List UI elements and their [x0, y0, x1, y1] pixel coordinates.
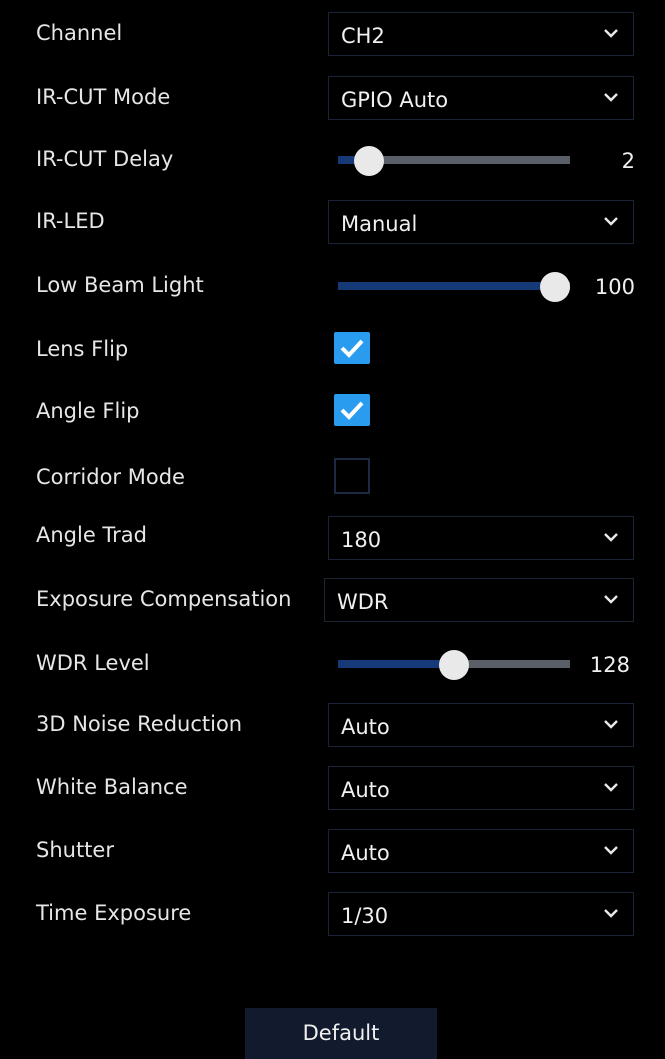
time-exposure-row: Time Exposure 1/30	[0, 892, 665, 940]
channel-select[interactable]: CH2	[328, 12, 634, 56]
ircut-mode-label: IR-CUT Mode	[36, 85, 171, 109]
slider-thumb[interactable]	[540, 272, 570, 302]
checkmark-icon	[340, 401, 364, 420]
slider-fill	[338, 282, 555, 290]
time-exposure-select[interactable]: 1/30	[328, 892, 634, 936]
ir-led-select-value: Manual	[341, 212, 418, 236]
corridor-mode-label: Corridor Mode	[36, 465, 185, 489]
chevron-down-icon	[604, 783, 618, 792]
ircut-delay-row: IR-CUT Delay 2	[0, 138, 665, 186]
exposure-compensation-row: Exposure Compensation WDR	[0, 578, 665, 626]
angle-trad-row: Angle Trad 180	[0, 514, 665, 562]
chevron-down-icon	[604, 720, 618, 729]
shutter-label: Shutter	[36, 838, 114, 862]
corridor-mode-checkbox[interactable]	[334, 458, 370, 494]
noise-reduction-label: 3D Noise Reduction	[36, 712, 243, 736]
ircut-delay-slider[interactable]	[338, 138, 570, 182]
ir-led-label: IR-LED	[36, 209, 105, 233]
default-button-label: Default	[302, 1021, 380, 1045]
channel-row: Channel CH2	[0, 12, 665, 60]
exposure-compensation-select[interactable]: WDR	[324, 578, 634, 622]
chevron-down-icon	[604, 29, 618, 38]
chevron-down-icon	[604, 846, 618, 855]
wdr-level-slider[interactable]	[338, 642, 570, 686]
noise-reduction-select[interactable]: Auto	[328, 703, 634, 747]
ircut-mode-row: IR-CUT Mode GPIO Auto	[0, 76, 665, 124]
ircut-mode-select-value: GPIO Auto	[341, 88, 449, 112]
checkmark-icon	[340, 339, 364, 358]
white-balance-select-value: Auto	[341, 778, 390, 802]
slider-thumb[interactable]	[439, 650, 469, 680]
image-settings-panel: Channel CH2 IR-CUT Mode GPIO Auto IR-CUT…	[0, 0, 665, 1059]
white-balance-row: White Balance Auto	[0, 766, 665, 814]
angle-trad-select-value: 180	[341, 528, 382, 552]
channel-label: Channel	[36, 21, 123, 45]
chevron-down-icon	[604, 93, 618, 102]
low-beam-light-slider[interactable]	[338, 264, 570, 308]
shutter-row: Shutter Auto	[0, 829, 665, 877]
chevron-down-icon	[604, 217, 618, 226]
angle-flip-checkbox[interactable]	[334, 394, 370, 426]
ircut-delay-label: IR-CUT Delay	[36, 147, 174, 171]
angle-flip-label: Angle Flip	[36, 399, 140, 423]
ircut-delay-value: 2	[621, 149, 635, 173]
shutter-select[interactable]: Auto	[328, 829, 634, 873]
low-beam-light-row: Low Beam Light 100	[0, 264, 665, 312]
default-button[interactable]: Default	[245, 1008, 437, 1059]
slider-thumb[interactable]	[354, 146, 385, 176]
lens-flip-label: Lens Flip	[36, 337, 129, 361]
white-balance-select[interactable]: Auto	[328, 766, 634, 810]
ir-led-select[interactable]: Manual	[328, 200, 634, 244]
white-balance-label: White Balance	[36, 775, 188, 799]
time-exposure-select-value: 1/30	[341, 904, 389, 928]
lens-flip-row: Lens Flip	[0, 328, 665, 376]
corridor-mode-row: Corridor Mode	[0, 456, 665, 504]
exposure-compensation-label: Exposure Compensation	[36, 587, 292, 611]
wdr-level-value: 128	[589, 653, 630, 677]
noise-reduction-row: 3D Noise Reduction Auto	[0, 703, 665, 751]
angle-trad-label: Angle Trad	[36, 523, 148, 547]
slider-fill	[338, 660, 454, 668]
angle-trad-select[interactable]: 180	[328, 516, 634, 560]
noise-reduction-select-value: Auto	[341, 715, 390, 739]
chevron-down-icon	[604, 595, 618, 604]
shutter-select-value: Auto	[341, 841, 390, 865]
chevron-down-icon	[604, 909, 618, 918]
wdr-level-row: WDR Level 128	[0, 642, 665, 690]
ir-led-row: IR-LED Manual	[0, 200, 665, 248]
lens-flip-checkbox[interactable]	[334, 332, 370, 364]
low-beam-light-label: Low Beam Light	[36, 273, 204, 297]
exposure-compensation-select-value: WDR	[337, 590, 389, 614]
time-exposure-label: Time Exposure	[36, 901, 192, 925]
channel-select-value: CH2	[341, 24, 385, 48]
low-beam-light-value: 100	[594, 275, 635, 299]
wdr-level-label: WDR Level	[36, 651, 150, 675]
angle-flip-row: Angle Flip	[0, 390, 665, 438]
ircut-mode-select[interactable]: GPIO Auto	[328, 76, 634, 120]
chevron-down-icon	[604, 533, 618, 542]
